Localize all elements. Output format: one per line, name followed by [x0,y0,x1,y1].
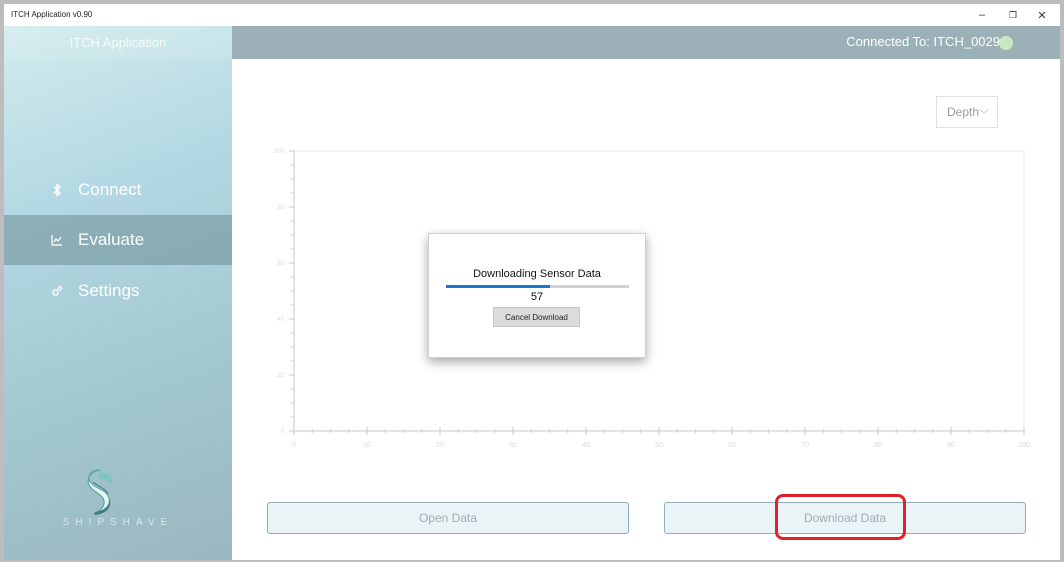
sidebar-item-label: Settings [78,281,140,300]
connection-status-text: Connected To: ITCH_0029 [846,34,1000,49]
dialog-title: Downloading Sensor Data [473,268,601,280]
chevron-down-icon: ﹀ [979,110,989,121]
y-tick-label: 80 [277,205,284,211]
progress-count: 57 [530,291,544,303]
y-tick-label: 100 [274,149,285,155]
minimize-button[interactable]: – [968,4,996,26]
x-tick-label: 90 [947,442,955,449]
download-progress-dialog: Downloading Sensor Data 57 Cancel Downlo… [428,233,646,358]
plot-area [293,150,1025,432]
y-tick-label: 20 [277,373,284,379]
y-tick-label: 60 [277,261,284,267]
app-window: ITCH Application v0.90 – ❐ ✕ ITCH Applic… [4,4,1060,560]
connection-status-indicator [999,36,1013,50]
x-tick-label: 20 [436,442,444,449]
sidebar-item-settings[interactable]: Settings [4,266,232,316]
x-tick-label: 30 [509,442,517,449]
window-title: ITCH Application v0.90 [11,10,93,19]
y-tick-label: 0 [281,429,285,435]
download-data-button[interactable]: Download Data [664,502,1026,534]
x-tick-label: 40 [582,442,590,449]
progress-bar-fill [446,285,551,288]
maximize-button[interactable]: ❐ [999,4,1027,26]
sidebar-item-label: Connect [78,180,142,199]
sidebar-app-title: ITCH Application [4,26,232,59]
sidebar: ITCH Application Connect Evaluate Settin… [4,26,232,560]
header-bar: Connected To: ITCH_0029 [232,26,1060,59]
brand-wordmark: SHIPSHAVE [62,517,174,528]
shipshave-logo [87,469,112,515]
measurement-dropdown[interactable]: Depth ﹀ [936,96,998,128]
chart-icon [50,233,64,247]
bluetooth-icon [50,183,64,197]
title-bar: ITCH Application v0.90 – ❐ ✕ [4,4,1060,26]
main-content: 0 10 20 30 40 50 60 70 80 90 100 0 20 40 60 80 100 Depth… [232,59,1060,560]
sidebar-item-evaluate[interactable]: Evaluate [4,215,232,265]
close-button[interactable]: ✕ [1028,4,1056,26]
x-tick-label: 0 [292,442,296,449]
sidebar-item-connect[interactable]: Connect [4,165,232,215]
dropdown-selected-value: Depth [947,105,980,119]
progress-bar [446,285,629,288]
x-tick-label: 100 [1018,442,1030,449]
y-tick-label: 40 [277,317,284,323]
x-tick-label: 10 [363,442,371,449]
sidebar-item-label: Evaluate [78,230,145,249]
x-tick-label: 80 [874,442,882,449]
x-tick-label: 50 [655,442,663,449]
cancel-download-button[interactable]: Cancel Download [493,307,580,327]
gear-icon [50,284,64,298]
x-tick-label: 70 [801,442,809,449]
x-tick-label: 60 [728,442,736,449]
open-data-button[interactable]: Open Data [267,502,629,534]
